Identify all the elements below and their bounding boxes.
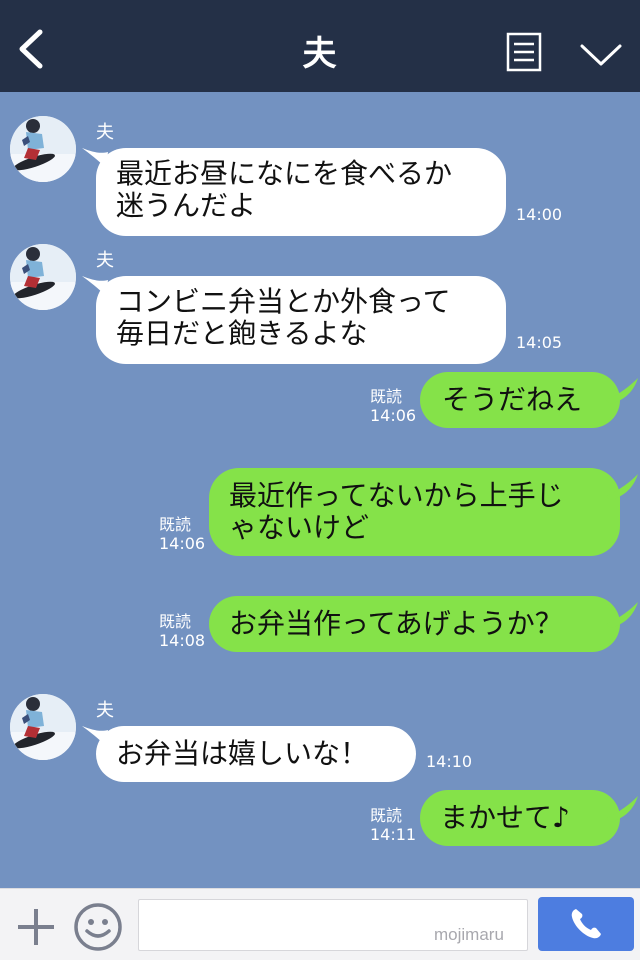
read-receipt: 既読 14:11 (370, 806, 416, 844)
incoming-message-bubble[interactable]: コンビニ弁当とか外食って 毎日だと飽きるよな (96, 276, 506, 364)
notes-menu-icon (506, 32, 542, 72)
bubble-tail (606, 796, 638, 822)
message-composer: mojimaru (0, 888, 640, 960)
incoming-message-bubble[interactable]: お弁当は嬉しいな！ (96, 726, 416, 782)
menu-button[interactable] (506, 32, 542, 72)
smiley-icon (74, 903, 122, 951)
outgoing-message-bubble[interactable]: まかせて♪ (420, 790, 620, 846)
collapse-button[interactable] (578, 40, 624, 70)
message-timestamp: 14:06 (370, 406, 417, 425)
emoji-button[interactable] (72, 901, 124, 953)
incoming-message-bubble[interactable]: 最近お昼になにを食べるか 迷うんだよ (96, 148, 506, 236)
read-label: 既読 (370, 806, 403, 825)
sender-name: 夫 (96, 700, 114, 721)
read-receipt: 既読 14:08 (159, 612, 205, 650)
message-timestamp: 14:10 (426, 752, 473, 771)
sender-name: 夫 (96, 122, 114, 143)
watermark-text: mojimaru (434, 925, 504, 944)
message-line: 迷うんだよ (116, 189, 257, 222)
message-line: お弁当作ってあげようか？ (229, 607, 563, 640)
chevron-down-icon (580, 44, 622, 66)
read-label: 既読 (159, 612, 192, 631)
read-label: 既読 (159, 515, 192, 534)
outgoing-message-bubble[interactable]: 最近作ってないから上手じ ゃないけど (209, 468, 620, 556)
snowboarder-avatar-icon (10, 244, 76, 310)
read-label: 既読 (370, 387, 403, 406)
bubble-tail (606, 474, 638, 500)
message-line: まかせて♪ (440, 801, 570, 834)
snowboarder-avatar-icon (10, 116, 76, 182)
plus-icon (18, 909, 54, 945)
chat-area[interactable]: 夫 最近お昼になにを食べるか 迷うんだよ 14:00 夫 コンビニ弁当とか外食っ… (0, 92, 640, 888)
add-attachment-button[interactable] (14, 905, 58, 949)
outgoing-message-bubble[interactable]: お弁当作ってあげようか？ (209, 596, 620, 652)
message-line: ゃないけど (229, 511, 370, 544)
snowboarder-avatar-icon (10, 694, 76, 760)
call-button[interactable] (538, 897, 634, 951)
message-timestamp: 14:11 (370, 825, 417, 844)
bubble-tail (606, 602, 638, 628)
sender-name: 夫 (96, 250, 114, 271)
bubble-tail (606, 378, 638, 404)
avatar[interactable] (10, 116, 76, 182)
chat-header: 夫 (0, 0, 640, 92)
outgoing-message-bubble[interactable]: そうだねえ (420, 372, 620, 428)
message-line: 毎日だと飽きるよな (116, 317, 368, 350)
message-line: そうだねえ (442, 383, 583, 416)
avatar[interactable] (10, 244, 76, 310)
read-receipt: 既読 14:06 (370, 387, 416, 425)
message-line: お弁当は嬉しいな！ (116, 737, 369, 770)
phone-icon (571, 909, 601, 939)
message-line: コンビニ弁当とか外食って (116, 285, 451, 318)
message-timestamp: 14:06 (159, 534, 206, 553)
message-timestamp: 14:00 (516, 205, 563, 224)
read-receipt: 既読 14:06 (159, 515, 205, 553)
avatar[interactable] (10, 694, 76, 760)
chat-title: 夫 (302, 34, 338, 74)
message-line: 最近作ってないから上手じ (229, 479, 564, 512)
message-timestamp: 14:08 (159, 631, 206, 650)
message-line: 最近お昼になにを食べるか (116, 157, 453, 190)
message-timestamp: 14:05 (516, 333, 563, 352)
